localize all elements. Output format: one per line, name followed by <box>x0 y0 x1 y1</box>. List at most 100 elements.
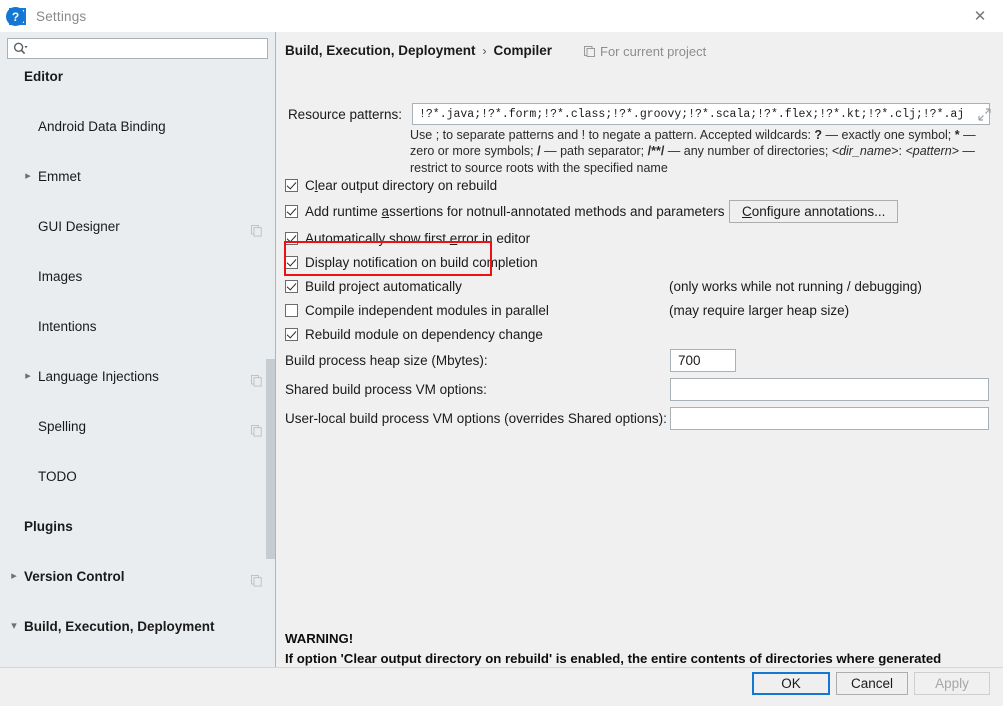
hint-line2a: more symbols; <box>452 144 538 159</box>
sidebar-item-spelling[interactable]: Spelling <box>0 414 275 439</box>
checkbox-hint: (may require larger heap size) <box>669 303 850 318</box>
checkbox-checked-icon[interactable] <box>285 280 298 293</box>
sidebar-item-label: Version Control <box>24 569 125 584</box>
sidebar-scrollbar[interactable] <box>266 64 275 664</box>
checkbox-build-project-automatically[interactable]: Build project automatically <box>285 279 462 294</box>
chevron-right-icon[interactable]: ▸ <box>22 170 34 183</box>
hint-line1b: — exactly one symbol; <box>822 128 955 142</box>
cancel-button[interactable]: Cancel <box>836 672 908 695</box>
copy-settings-icon <box>251 570 262 595</box>
sidebar-item-emmet[interactable]: ▸ Emmet <box>0 164 275 189</box>
settings-tree: Editor Android Data Binding ▸ Emmet GUI Desi… <box>0 64 275 664</box>
configure-annotations-mnemonic: C <box>742 204 752 219</box>
shared-vm-options-input[interactable] <box>676 378 988 401</box>
sidebar-item-label: TODO <box>38 469 77 484</box>
hint-wildcard-q: ? <box>814 128 823 142</box>
for-current-project-label: For current project <box>600 44 707 59</box>
checkbox-label: Compile independent modules in parallel <box>305 303 549 318</box>
sidebar-item-plugins[interactable]: Plugins <box>0 514 275 539</box>
sidebar-item-gui-designer[interactable]: GUI Designer <box>0 214 275 239</box>
userlocal-vm-options-input[interactable] <box>676 407 988 430</box>
heap-size-input[interactable] <box>676 349 735 372</box>
search-area <box>0 32 275 64</box>
chevron-down-icon[interactable]: ▾ <box>8 620 20 633</box>
help-icon[interactable]: ? <box>6 7 25 26</box>
checkbox-label: Build project automatically <box>305 279 462 294</box>
checkbox-hint: (only works while not running / debuggin… <box>669 279 922 294</box>
warning-title: WARNING! <box>285 631 354 646</box>
resource-patterns-label: Resource patterns: <box>287 106 402 122</box>
sidebar-item-version-control[interactable]: ▸ Version Control <box>0 564 275 589</box>
hint-line3: source roots with the specified name <box>464 160 668 175</box>
sidebar-item-todo[interactable]: TODO <box>0 464 275 489</box>
sidebar-item-label: Images <box>38 269 83 284</box>
ok-button[interactable]: OK <box>752 672 830 695</box>
checkbox-automatically-show-first-error-in-editor[interactable]: Automatically show first error in editor <box>285 231 530 246</box>
checkbox-unchecked-icon[interactable] <box>285 304 298 317</box>
checkbox-label: Display notification on build completion <box>305 255 538 270</box>
shared-vm-options-label: Shared build process VM options: <box>285 382 487 397</box>
sidebar-item-language-injections[interactable]: ▸ Language Injections <box>0 364 275 389</box>
configure-annotations-label: onfigure annotations... <box>751 204 886 219</box>
breadcrumb: Build, Execution, Deployment › Compiler <box>285 43 552 58</box>
sidebar-item-label: Language Injections <box>38 369 159 384</box>
for-current-project-badge: For current project <box>584 44 706 59</box>
checkbox-checked-icon[interactable] <box>285 328 298 341</box>
settings-sidebar: Editor Android Data Binding ▸ Emmet GUI Desi… <box>0 32 276 667</box>
copy-settings-icon <box>251 420 262 445</box>
checkbox-checked-icon[interactable] <box>285 256 298 269</box>
hint-line2c: — any number of directories; <box>664 144 832 159</box>
sidebar-item-images[interactable]: Images <box>0 264 275 289</box>
scrollbar-thumb[interactable] <box>266 359 275 559</box>
chevron-right-icon[interactable]: ▸ <box>8 570 20 583</box>
chevron-right-icon[interactable]: ▸ <box>22 370 34 383</box>
breadcrumb-current: Compiler <box>493 43 553 58</box>
sidebar-item-build-execution-deployment[interactable]: ▾ Build, Execution, Deployment <box>0 614 275 639</box>
hint-dirname: <dir_name> <box>831 144 899 159</box>
resource-patterns-hint: Use ; to separate patterns and ! to nega… <box>410 127 992 176</box>
hint-line2b: — path separator; <box>540 144 648 159</box>
sidebar-item-label: Spelling <box>38 419 87 434</box>
search-input[interactable] <box>31 39 260 58</box>
resource-patterns-input[interactable] <box>417 104 977 124</box>
title-bar: Settings ✕ <box>0 0 1003 33</box>
checkbox-add-runtime-assertions-for-notnull-annotated-m[interactable]: Add runtime assertions for notnull-annot… <box>285 204 725 219</box>
hint-line1a: Use ; to separate patterns and ! to nega… <box>410 128 815 142</box>
sidebar-item-label: Editor <box>24 69 63 84</box>
checkbox-label: Automatically show first error in editor <box>305 231 531 246</box>
checkbox-checked-icon[interactable] <box>285 179 298 192</box>
checkbox-display-notification-on-build-completion[interactable]: Display notification on build completion <box>285 255 538 270</box>
checkbox-rebuild-module-on-dependency-change[interactable]: Rebuild module on dependency change <box>285 327 543 342</box>
checkbox-label: Rebuild module on dependency change <box>305 327 543 342</box>
configure-annotations-button[interactable]: Configure annotations... <box>729 200 899 223</box>
sidebar-item-android-data-binding[interactable]: Android Data Binding <box>0 114 275 139</box>
sidebar-item-editor[interactable]: Editor <box>0 64 275 89</box>
checkbox-checked-icon[interactable] <box>285 232 298 245</box>
userlocal-vm-options-field[interactable] <box>670 407 989 430</box>
sidebar-item-label: Plugins <box>24 519 73 534</box>
breadcrumb-separator: › <box>482 43 487 58</box>
close-icon[interactable]: ✕ <box>957 0 1003 31</box>
checkbox-checked-icon[interactable] <box>285 205 298 218</box>
copy-settings-icon <box>584 46 595 57</box>
checkbox-label: Add runtime assertions for notnull-annot… <box>305 204 725 219</box>
checkbox-compile-independent-modules-in-parallel[interactable]: Compile independent modules in parallel <box>285 303 549 318</box>
hint-pattern: <pattern> <box>905 144 959 159</box>
apply-button: Apply <box>914 672 990 695</box>
userlocal-vm-options-label: User-local build process VM options (ove… <box>285 411 667 426</box>
sidebar-item-label: Intentions <box>38 319 97 334</box>
copy-settings-icon <box>251 220 262 245</box>
search-box[interactable] <box>7 38 268 59</box>
shared-vm-options-field[interactable] <box>670 378 989 401</box>
heap-size-label: Build process heap size (Mbytes): <box>285 353 488 368</box>
expand-icon[interactable] <box>973 103 995 125</box>
compiler-settings-panel: Build, Execution, Deployment › Compiler … <box>277 32 1003 685</box>
resource-patterns-row: Resource patterns: <box>285 103 990 125</box>
breadcrumb-parent[interactable]: Build, Execution, Deployment <box>285 43 476 58</box>
resource-patterns-field[interactable] <box>412 103 990 125</box>
heap-size-field[interactable] <box>670 349 736 372</box>
checkbox-clear-output-directory-on-rebuild[interactable]: Clear output directory on rebuild <box>285 178 497 193</box>
sidebar-item-label: GUI Designer <box>38 219 120 234</box>
sidebar-item-intentions[interactable]: Intentions <box>0 314 275 339</box>
checkbox-label: Clear output directory on rebuild <box>305 178 498 193</box>
